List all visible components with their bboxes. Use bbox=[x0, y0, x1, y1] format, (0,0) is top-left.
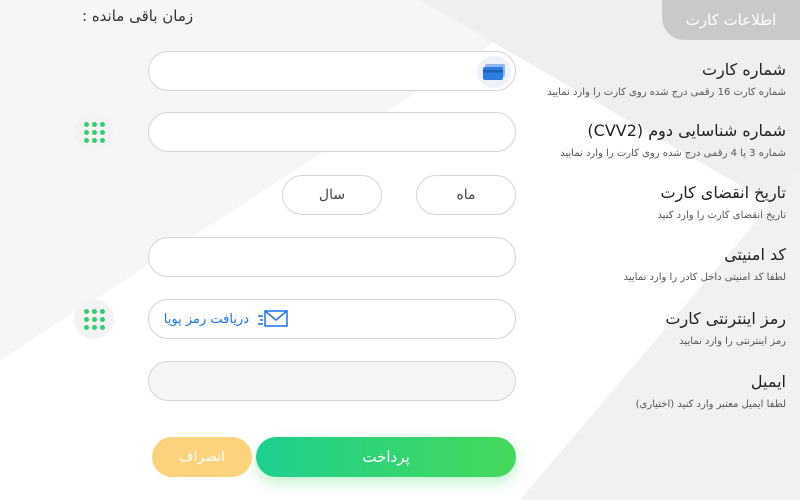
keypad-icon[interactable] bbox=[74, 112, 114, 152]
email-input[interactable] bbox=[148, 361, 516, 401]
security-code-label-block: کد امنیتی لطفا کد امنیتی داخل کادر را وا… bbox=[624, 245, 786, 284]
internet-password-label: رمز اینترنتی کارت bbox=[665, 309, 786, 328]
tab-label: اطلاعات کارت bbox=[685, 11, 777, 29]
keypad-icon[interactable] bbox=[74, 299, 114, 339]
dynamic-password-label: دریافت رمز پویا bbox=[163, 311, 249, 327]
internet-password-label-block: رمز اینترنتی کارت رمز اینترنتی را وارد ن… bbox=[665, 309, 786, 348]
pay-label: پرداخت bbox=[362, 448, 410, 466]
internet-password-hint: رمز اینترنتی را وارد نمایید bbox=[679, 336, 786, 347]
expiry-hint: تاریخ انقضای کارت را وارد کنید bbox=[657, 210, 786, 221]
expiry-label: تاریخ انقضای کارت bbox=[660, 183, 786, 202]
card-number-hint: شماره کارت 16 رقمی درج شده روی کارت را و… bbox=[547, 87, 786, 98]
expiry-year-select[interactable]: سال bbox=[282, 175, 382, 215]
security-code-label: کد امنیتی bbox=[724, 245, 786, 264]
cvv2-label-block: شماره شناسایی دوم (CVV2) شماره 3 یا 4 رق… bbox=[560, 121, 786, 160]
year-placeholder: سال bbox=[318, 187, 346, 203]
email-label-block: ایمیل لطفا ایمیل معتبر وارد کنید (اختیار… bbox=[636, 372, 786, 411]
email-hint: لطفا ایمیل معتبر وارد کنید (اختیاری) bbox=[635, 399, 786, 410]
card-number-label: شماره کارت bbox=[701, 60, 786, 79]
internet-password-input[interactable]: دریافت رمز پویا bbox=[148, 299, 516, 339]
cancel-label: انصراف bbox=[178, 449, 226, 465]
credit-card-icon bbox=[477, 56, 511, 88]
cvv2-hint: شماره 3 یا 4 رقمی درج شده روی کارت را وا… bbox=[560, 148, 786, 159]
cvv2-input[interactable] bbox=[148, 112, 516, 152]
cvv2-label: شماره شناسایی دوم (CVV2) bbox=[587, 121, 786, 140]
pay-button[interactable]: پرداخت bbox=[256, 437, 516, 477]
cancel-button[interactable]: انصراف bbox=[152, 437, 252, 477]
security-code-input[interactable] bbox=[148, 237, 516, 277]
timer-label: زمان باقی مانده : bbox=[82, 7, 194, 25]
email-label: ایمیل bbox=[750, 372, 786, 391]
dynamic-password-button[interactable]: دریافت رمز پویا bbox=[155, 303, 297, 335]
card-number-input[interactable] bbox=[148, 51, 516, 91]
envelope-icon bbox=[258, 310, 288, 327]
card-number-label-block: شماره کارت شماره کارت 16 رقمی درج شده رو… bbox=[547, 60, 786, 99]
expiry-month-select[interactable]: ماه bbox=[416, 175, 516, 215]
expiry-label-block: تاریخ انقضای کارت تاریخ انقضای کارت را و… bbox=[657, 183, 786, 222]
tab-card-info[interactable]: اطلاعات کارت bbox=[662, 0, 800, 40]
security-code-hint: لطفا کد امنیتی داخل کادر را وارد نمایید bbox=[623, 272, 786, 283]
month-placeholder: ماه bbox=[456, 187, 476, 203]
